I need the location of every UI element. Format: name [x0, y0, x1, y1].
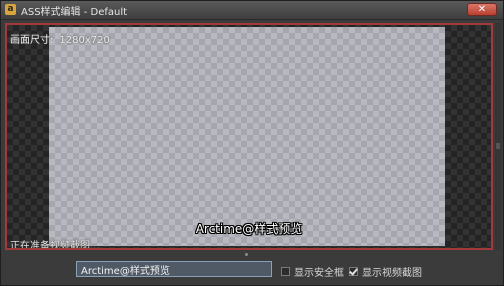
video-canvas [49, 27, 445, 246]
status-text: 正在准备视频截图... [10, 241, 100, 250]
show-safe-frame-checkbox[interactable] [281, 267, 290, 276]
canvas-size-label: 画面尺寸: 1280x720 [10, 31, 110, 46]
style-preview-area: 画面尺寸: 1280x720 Arctime@样式预览 正在准备视频截图... [5, 23, 493, 250]
show-safe-frame-toggle[interactable]: 显示安全框 [281, 264, 344, 279]
scrollbar-thumb[interactable] [496, 143, 500, 149]
vertical-scrollbar[interactable] [495, 23, 501, 250]
app-logo-icon: a [5, 4, 16, 15]
show-video-frame-checkbox[interactable] [349, 267, 358, 276]
canvas-size-value: 1280x720 [59, 35, 110, 46]
close-button[interactable]: ✕ [467, 3, 497, 16]
show-safe-frame-label: 显示安全框 [294, 268, 344, 279]
title-bar[interactable]: a ASS样式编辑 - Default ✕ [1, 1, 503, 20]
style-editor-window: a ASS样式编辑 - Default ✕ 画面尺寸: 1280x720 Arct… [0, 0, 504, 286]
canvas-size-caption: 画面尺寸: [10, 35, 54, 46]
window-title: ASS样式编辑 - Default [21, 7, 128, 18]
show-video-frame-toggle[interactable]: 显示视频截图 [349, 264, 422, 279]
subtitle-preview-text: Arctime@样式预览 [195, 222, 303, 236]
splitter-handle[interactable] [245, 253, 248, 256]
preview-text-input[interactable] [76, 261, 272, 277]
bottom-toolbar: 显示安全框 显示视频截图 [5, 257, 497, 283]
show-video-frame-label: 显示视频截图 [362, 268, 422, 279]
